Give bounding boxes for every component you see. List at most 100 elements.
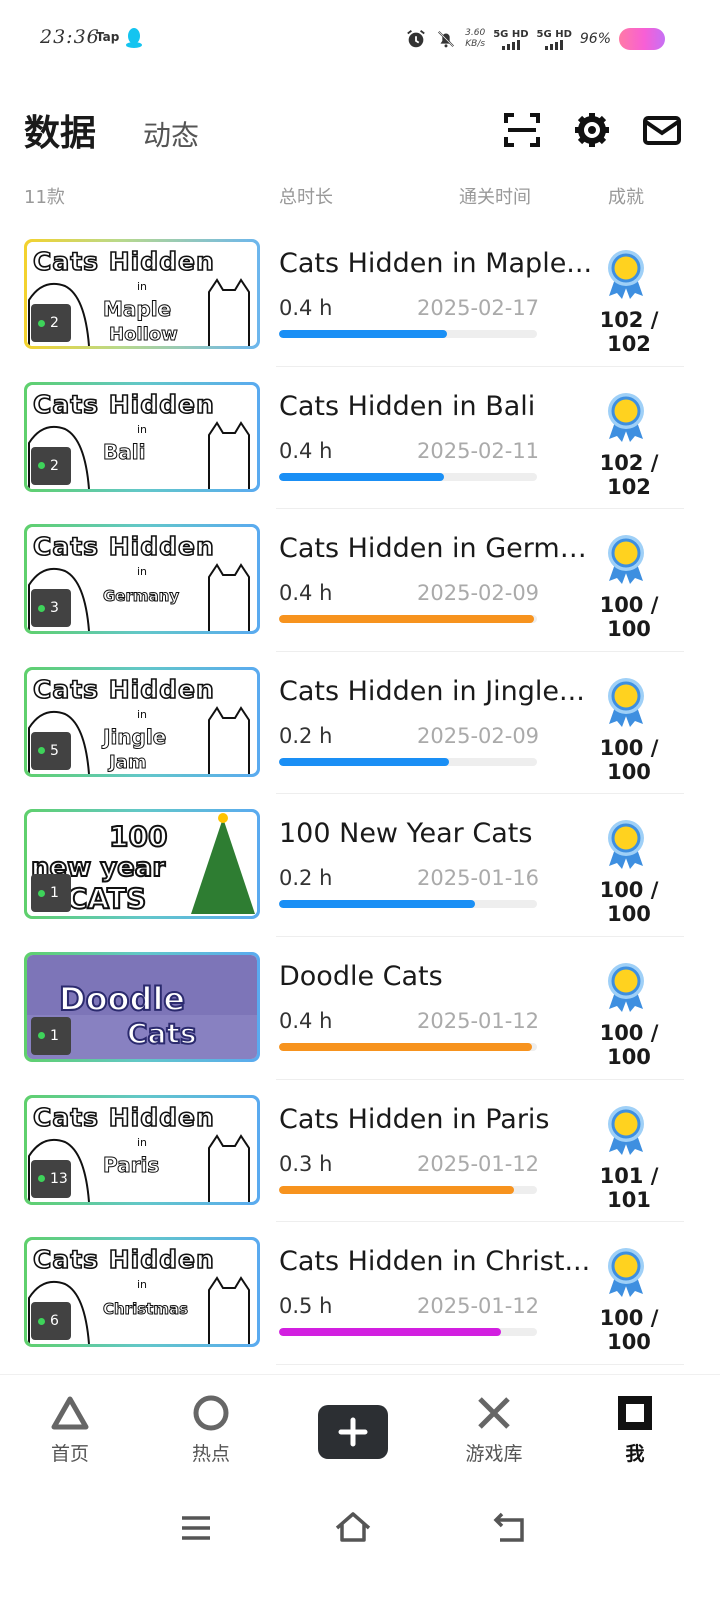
cover-title: in — [137, 1136, 147, 1149]
clear-time-header[interactable]: 通关时间 — [459, 183, 531, 209]
progress-bar — [279, 1185, 537, 1194]
device-count: 2 — [50, 315, 59, 331]
game-title[interactable]: Cats Hidden in Bali — [279, 391, 599, 422]
qq-icon — [126, 28, 142, 48]
game-cover-frame[interactable]: Cats Hidden in Germany 3 — [24, 524, 260, 635]
game-title[interactable]: Cats Hidden in Christ... — [279, 1246, 599, 1277]
achievement-count: 100 / 100 — [599, 878, 659, 927]
game-title[interactable]: Cats Hidden in Jingle... — [279, 676, 599, 707]
progress-bar — [279, 757, 537, 766]
game-list: Cats Hidden in Maple Hollow 2 Cats Hidden in … — [0, 232, 720, 1373]
progress-fill — [279, 900, 476, 909]
clear-date: 2025-01-12 — [417, 1008, 540, 1033]
nav-hot[interactable]: 热点 — [161, 1393, 261, 1466]
bottom-nav: 首页 热点 游戏库 我 — [0, 1374, 720, 1484]
game-cover-frame[interactable]: Cats Hidden in Christmas 6 — [24, 1237, 260, 1348]
menu-icon[interactable] — [176, 1508, 216, 1548]
device-count: 2 — [50, 457, 59, 474]
progress-fill — [279, 330, 447, 338]
cover-title: Paris — [103, 1153, 159, 1177]
game-cover-frame[interactable]: Cats Hidden in Maple Hollow 2 — [24, 239, 260, 349]
device-count-badge: 2 — [31, 446, 71, 485]
progress-fill — [279, 472, 445, 481]
game-row[interactable]: Cats Hidden in Bali 2 Cats Hidden in Bali 0.4… — [0, 375, 720, 518]
clear-date: 2025-02-11 — [417, 438, 540, 463]
cover-title: Doodle — [59, 980, 185, 1018]
back-icon[interactable] — [490, 1508, 530, 1548]
device-count-badge: 3 — [31, 589, 71, 628]
device-count: 5 — [50, 742, 59, 759]
mail-icon[interactable] — [642, 110, 682, 150]
online-dot — [38, 1032, 45, 1040]
cover-title: Cats — [127, 1017, 197, 1050]
game-cover: Doodle Cats 1 — [27, 954, 257, 1059]
device-count-badge: 2 — [31, 304, 71, 342]
mute-bell-icon — [438, 30, 455, 48]
clear-date: 2025-01-16 — [417, 866, 540, 891]
cover-title: Bali — [103, 440, 145, 464]
online-dot — [38, 319, 45, 327]
achievement-count: 101 / 101 — [599, 1163, 659, 1212]
game-cover-frame[interactable]: Doodle Cats 1 — [24, 951, 260, 1062]
online-dot — [38, 462, 45, 470]
device-count-badge: 5 — [31, 731, 71, 770]
circle-icon — [193, 1395, 229, 1431]
game-cover: Cats Hidden in Bali 2 — [27, 384, 257, 489]
achievement-count: 100 / 100 — [599, 593, 659, 642]
game-cover-frame[interactable]: Cats Hidden in Jingle Jam 5 — [24, 666, 260, 777]
cover-title: Hollow — [109, 324, 178, 345]
game-row[interactable]: 100 new year CATS 1 100 New Year Cats 0.2 h 20… — [0, 802, 720, 945]
game-cover-frame[interactable]: 100 new year CATS 1 — [24, 809, 260, 920]
game-row[interactable]: Cats Hidden in Germany 3 Cats Hidden in Germ… — [0, 517, 720, 660]
game-title[interactable]: Cats Hidden in Maple... — [279, 248, 599, 279]
settings-icon[interactable] — [572, 110, 612, 150]
achievement-count: 102 / 102 — [599, 450, 659, 499]
nav-me[interactable]: 我 — [585, 1393, 685, 1466]
cover-title: Jingle — [101, 725, 166, 749]
scan-icon[interactable] — [502, 110, 542, 150]
nav-home[interactable]: 首页 — [20, 1393, 120, 1466]
signal-sim2: 5G HD — [537, 29, 572, 50]
game-cover-frame[interactable]: Cats Hidden in Bali 2 — [24, 381, 260, 492]
award-ribbon-icon — [608, 392, 644, 442]
award-ribbon-icon — [608, 820, 644, 870]
progress-bar — [279, 615, 537, 624]
game-cover: 100 new year CATS 1 — [27, 812, 257, 917]
play-time: 0.4 h — [279, 581, 333, 606]
game-cover-frame[interactable]: Cats Hidden in Paris 13 — [24, 1094, 260, 1205]
nav-library[interactable]: 游戏库 — [444, 1393, 544, 1466]
tab-activity[interactable]: 动态 — [143, 114, 199, 154]
game-row[interactable]: Cats Hidden in Christmas 6 Cats Hidden in Ch… — [0, 1230, 720, 1373]
game-cover: Cats Hidden in Maple Hollow 2 — [27, 242, 257, 346]
game-title[interactable]: 100 New Year Cats — [279, 818, 599, 849]
online-dot — [38, 889, 45, 897]
achievements-header[interactable]: 成就 — [608, 183, 644, 209]
game-row[interactable]: Cats Hidden in Maple Hollow 2 Cats Hidden in … — [0, 232, 720, 375]
play-time: 0.4 h — [279, 1008, 333, 1033]
device-count-badge: 1 — [31, 1016, 71, 1055]
tab-data[interactable]: 数据 — [24, 104, 96, 156]
cover-title: in — [137, 1278, 147, 1291]
game-title[interactable]: Cats Hidden in Germa... — [279, 533, 599, 564]
battery-percent: 96% — [579, 31, 611, 47]
game-cover: Cats Hidden in Germany 3 — [27, 527, 257, 632]
online-dot — [38, 1317, 45, 1325]
game-title[interactable]: Cats Hidden in Paris — [279, 1104, 599, 1135]
total-time-header[interactable]: 总时长 — [279, 183, 333, 209]
clear-date: 2025-02-09 — [417, 581, 540, 606]
achievement-count: 102 / 102 — [599, 308, 659, 356]
award-ribbon-icon — [608, 677, 644, 727]
game-row[interactable]: Cats Hidden in Jingle Jam 5 Cats Hidden in Ji… — [0, 660, 720, 803]
cover-title: Cats Hidden — [33, 675, 215, 704]
clear-date: 2025-01-12 — [417, 1151, 540, 1176]
achievement-count: 100 / 100 — [599, 1306, 659, 1355]
game-row[interactable]: Cats Hidden in Paris 13 Cats Hidden in Paris… — [0, 1088, 720, 1231]
alarm-icon — [407, 30, 425, 48]
game-row[interactable]: Doodle Cats 1 Doodle Cats 0.4 h 2025-01-12 100… — [0, 945, 720, 1088]
add-button[interactable] — [318, 1405, 388, 1459]
home-icon[interactable] — [333, 1508, 373, 1548]
game-title[interactable]: Doodle Cats — [279, 961, 599, 992]
device-count-badge: 13 — [31, 1159, 71, 1198]
progress-bar — [279, 1328, 537, 1337]
progress-fill — [279, 1328, 501, 1337]
